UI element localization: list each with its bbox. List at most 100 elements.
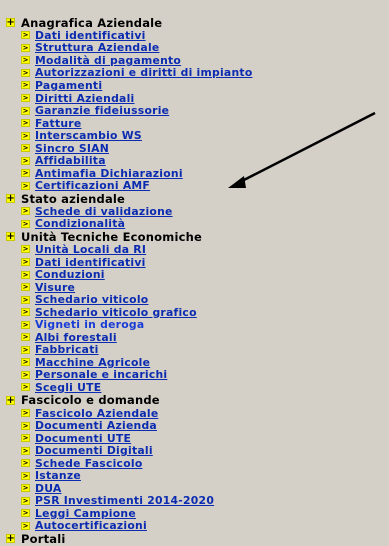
arrow-right-icon: >	[21, 106, 30, 115]
menu-item[interactable]: > Istanze	[6, 469, 386, 482]
menu-item[interactable]: > Fatture	[6, 117, 386, 130]
menu-item[interactable]: > Garanzie fideiussorie	[6, 104, 386, 117]
menu-item-link[interactable]: PSR Investimenti 2014-2020	[35, 494, 214, 507]
menu-item[interactable]: > Autorizzazioni e diritti di impianto	[6, 66, 386, 79]
menu-item[interactable]: > Documenti Digitali	[6, 444, 386, 457]
menu-item-link[interactable]: Pagamenti	[35, 79, 102, 92]
menu-item[interactable]: > Dati identificativi	[6, 256, 386, 269]
menu-item-link[interactable]: Antimafia Dichiarazioni	[35, 167, 183, 180]
menu-section[interactable]: + Fascicolo e domande	[6, 393, 386, 408]
menu-item-link[interactable]: Dati identificativi	[35, 256, 146, 269]
menu-item[interactable]: > DUA	[6, 482, 386, 495]
menu-item-link[interactable]: Vigneti in deroga	[35, 318, 144, 331]
menu-item-link[interactable]: Conduzioni	[35, 268, 105, 281]
arrow-right-icon: >	[21, 258, 30, 267]
menu-item-link[interactable]: Struttura Aziendale	[35, 41, 159, 54]
arrow-right-icon: >	[21, 169, 30, 178]
arrow-right-icon: >	[21, 345, 30, 354]
menu-item-link[interactable]: Modalità di pagamento	[35, 54, 181, 67]
menu-item-link[interactable]: Interscambio WS	[35, 129, 142, 142]
menu-item-link[interactable]: Schede Fascicolo	[35, 457, 143, 470]
menu-section[interactable]: + Stato aziendale	[6, 192, 386, 206]
menu-item-link[interactable]: Schedario viticolo grafico	[35, 306, 197, 319]
menu-item[interactable]: > Autocertificazioni	[6, 519, 386, 532]
menu-item-link[interactable]: Affidabilita	[35, 154, 106, 167]
menu-item-link[interactable]: Garanzie fideiussorie	[35, 104, 169, 117]
menu-item-link[interactable]: Documenti Digitali	[35, 444, 153, 457]
arrow-right-icon: >	[21, 270, 30, 279]
plus-icon[interactable]: +	[6, 395, 15, 405]
menu-item-link[interactable]: Macchine Agricole	[35, 356, 150, 369]
menu-item[interactable]: > Albi forestali	[6, 331, 386, 344]
plus-icon[interactable]: +	[6, 232, 15, 242]
plus-icon[interactable]: +	[6, 534, 15, 544]
arrow-right-icon: >	[21, 370, 30, 379]
arrow-right-icon: >	[21, 459, 30, 468]
menu-item-link[interactable]: Fascicolo Aziendale	[35, 407, 158, 420]
menu-item-link[interactable]: Fabbricati	[35, 343, 99, 356]
menu-item-link[interactable]: Sincro SIAN	[35, 142, 109, 155]
menu-item-link[interactable]: Scegli UTE	[35, 381, 101, 394]
menu-item[interactable]: > Leggi Campione	[6, 507, 386, 520]
menu-item[interactable]: > Scegli UTE	[6, 381, 386, 394]
menu-item[interactable]: > Pagamenti	[6, 79, 386, 92]
menu-item-link[interactable]: Documenti Azienda	[35, 419, 157, 432]
menu-item[interactable]: > Sincro SIAN	[6, 142, 386, 155]
menu-item[interactable]: > Macchine Agricole	[6, 356, 386, 369]
menu-item[interactable]: > Schedario viticolo grafico	[6, 306, 386, 319]
menu-item-link[interactable]: Personale e incarichi	[35, 368, 167, 381]
arrow-right-icon: >	[21, 358, 30, 367]
menu-section[interactable]: + Anagrafica Aziendale	[6, 16, 386, 30]
menu-item-link[interactable]: Istanze	[35, 469, 81, 482]
menu-item-link[interactable]: Unità Locali da RI	[35, 243, 146, 256]
menu-section-label: Fascicolo e domande	[21, 393, 160, 408]
plus-icon[interactable]: +	[6, 194, 15, 204]
menu-item-link[interactable]: Autocertificazioni	[35, 519, 147, 532]
arrow-right-icon: >	[21, 333, 30, 342]
menu-item-link[interactable]: DUA	[35, 482, 62, 495]
arrow-right-icon: >	[21, 509, 30, 518]
menu-section[interactable]: + Unità Tecniche Economiche	[6, 230, 386, 244]
menu-item[interactable]: > Diritti Aziendali	[6, 92, 386, 105]
menu-item[interactable]: > Schede di validazione	[6, 205, 386, 218]
menu-item-link[interactable]: Schedario viticolo	[35, 293, 148, 306]
menu-item[interactable]: > Conduzioni	[6, 268, 386, 281]
menu-item[interactable]: > Visure	[6, 281, 386, 294]
arrow-right-icon: >	[21, 496, 30, 505]
menu-item-link[interactable]: Leggi Campione	[35, 507, 136, 520]
menu-item[interactable]: > Certificazioni AMF	[6, 179, 386, 192]
arrow-right-icon: >	[21, 181, 30, 190]
menu-item[interactable]: > Unità Locali da RI	[6, 243, 386, 256]
menu-item-link[interactable]: Documenti UTE	[35, 432, 131, 445]
menu-item[interactable]: > Affidabilita	[6, 154, 386, 167]
arrow-right-icon: >	[21, 383, 30, 392]
menu-section[interactable]: + Portali	[6, 532, 386, 546]
menu-item-link[interactable]: Dati identificativi	[35, 29, 146, 42]
menu-item-link[interactable]: Autorizzazioni e diritti di impianto	[35, 66, 253, 79]
menu-item[interactable]: > Fascicolo Aziendale	[6, 407, 386, 420]
menu-item[interactable]: > Documenti UTE	[6, 432, 386, 445]
menu-item[interactable]: > Schede Fascicolo	[6, 457, 386, 470]
menu-item[interactable]: > Condizionalità	[6, 217, 386, 230]
menu-item[interactable]: > Interscambio WS	[6, 129, 386, 142]
menu-item-link[interactable]: Condizionalità	[35, 217, 125, 230]
menu-item[interactable]: > Fabbricati	[6, 343, 386, 356]
menu-item[interactable]: > Dati identificativi	[6, 29, 386, 42]
plus-icon[interactable]: +	[6, 18, 15, 28]
menu-item[interactable]: > Antimafia Dichiarazioni	[6, 167, 386, 180]
menu-item[interactable]: > Vigneti in deroga	[6, 318, 386, 331]
menu-item[interactable]: > Personale e incarichi	[6, 368, 386, 381]
menu-item[interactable]: > PSR Investimenti 2014-2020	[6, 494, 386, 507]
menu-item[interactable]: > Modalità di pagamento	[6, 54, 386, 67]
menu-item[interactable]: > Schedario viticolo	[6, 293, 386, 306]
menu-item[interactable]: > Struttura Aziendale	[6, 41, 386, 54]
menu-item-link[interactable]: Visure	[35, 281, 75, 294]
menu-item-link[interactable]: Albi forestali	[35, 331, 117, 344]
menu-item-link[interactable]: Diritti Aziendali	[35, 92, 135, 105]
arrow-right-icon: >	[21, 446, 30, 455]
arrow-right-icon: >	[21, 521, 30, 530]
menu-item-link[interactable]: Fatture	[35, 117, 81, 130]
menu-item-link[interactable]: Schede di validazione	[35, 205, 173, 218]
menu-item[interactable]: > Documenti Azienda	[6, 419, 386, 432]
menu-item-link[interactable]: Certificazioni AMF	[35, 179, 150, 192]
